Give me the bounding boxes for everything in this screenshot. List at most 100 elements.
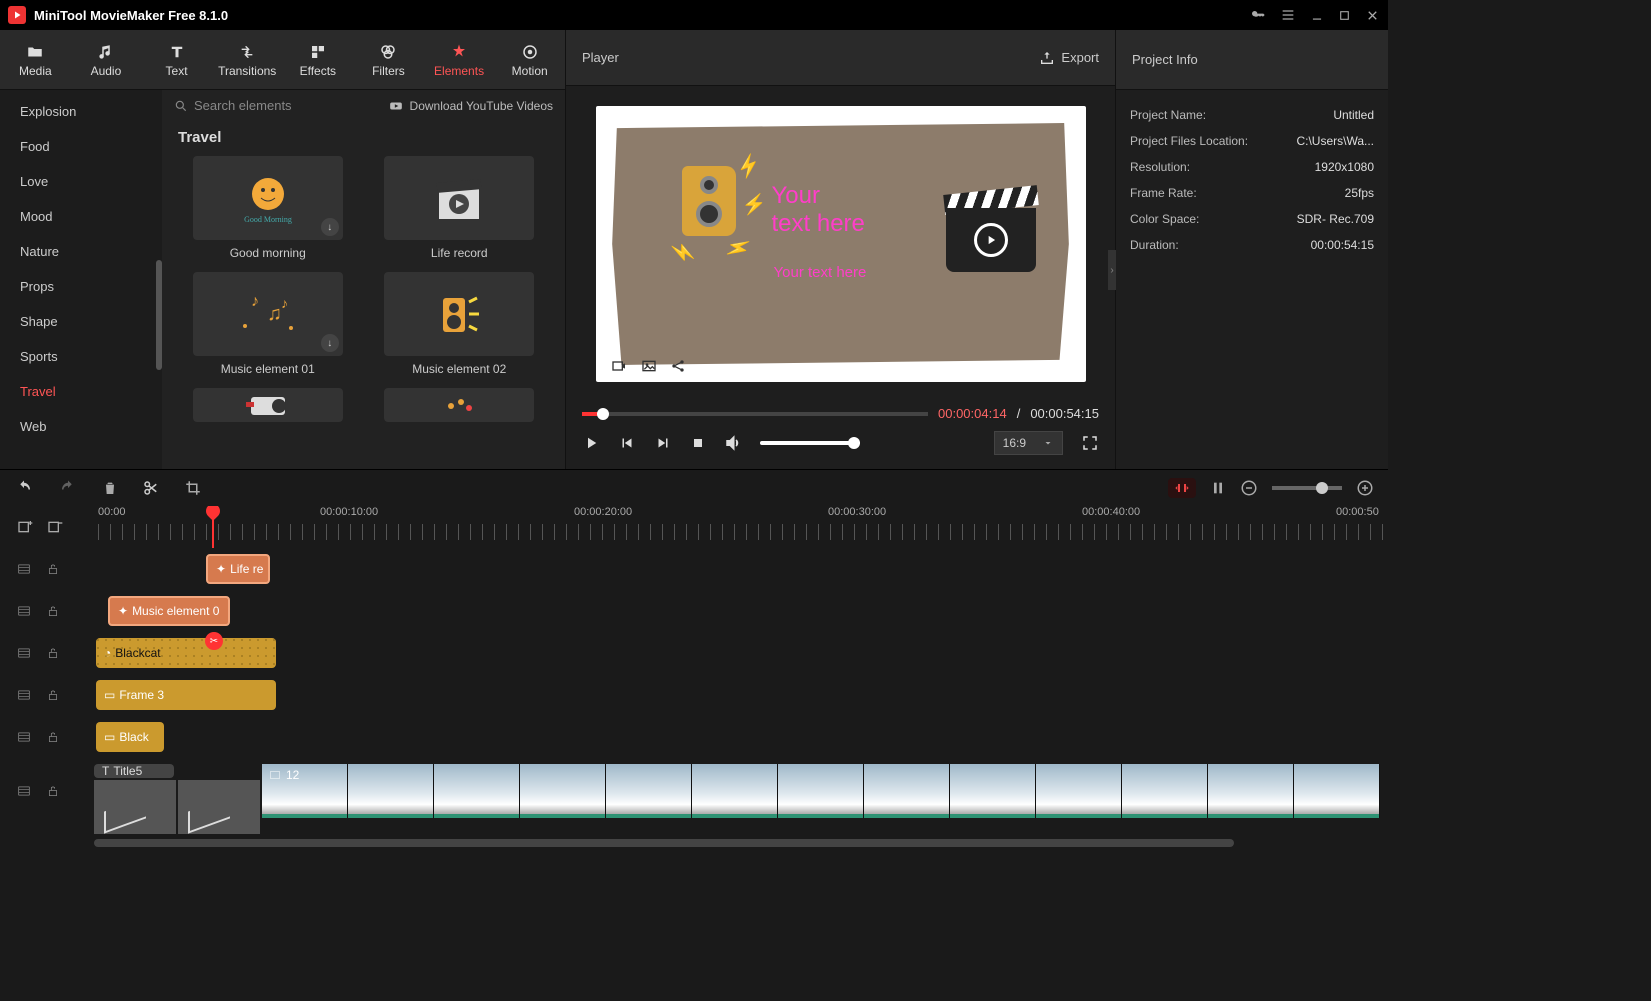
video-frame[interactable]: [178, 780, 260, 834]
aspect-ratio-select[interactable]: 16:9: [994, 431, 1063, 455]
category-explosion[interactable]: Explosion: [0, 94, 162, 129]
search-icon: [174, 99, 188, 113]
seek-handle[interactable]: [597, 408, 609, 420]
category-love[interactable]: Love: [0, 164, 162, 199]
next-frame-button[interactable]: [654, 434, 672, 452]
search-input[interactable]: Search elements: [174, 98, 380, 113]
share-icon[interactable]: [670, 358, 686, 374]
timeline-clip[interactable]: ▭Frame 3: [96, 680, 276, 710]
stop-button[interactable]: [690, 435, 706, 451]
tab-transitions[interactable]: Transitions: [212, 30, 283, 89]
lock-icon[interactable]: [46, 562, 60, 576]
autoscroll-button[interactable]: [1168, 478, 1196, 498]
element-card[interactable]: Life record: [370, 156, 550, 260]
timeline-clip[interactable]: ▭Black: [96, 722, 164, 752]
tab-elements[interactable]: Elements: [424, 30, 495, 89]
minimize-icon[interactable]: [1310, 8, 1324, 22]
category-sports[interactable]: Sports: [0, 339, 162, 374]
track-type-icon: [16, 646, 32, 660]
timeline-ruler[interactable]: 00:00 00:00:10:00 00:00:20:00 00:00:30:0…: [94, 506, 1388, 548]
maximize-icon[interactable]: [1338, 9, 1351, 22]
timeline-clip[interactable]: ✦Music element 0: [108, 596, 230, 626]
ruler-tick: 00:00: [98, 506, 126, 518]
zoom-handle[interactable]: [1316, 482, 1328, 494]
info-label: Frame Rate:: [1130, 186, 1345, 200]
close-icon[interactable]: [1365, 8, 1380, 23]
element-label: Life record: [431, 246, 488, 260]
video-clip[interactable]: 12: [262, 764, 1388, 818]
element-label: Music element 02: [412, 362, 506, 376]
key-icon[interactable]: [1250, 7, 1266, 23]
tab-motion[interactable]: Motion: [494, 30, 565, 89]
zoom-out-button[interactable]: [1240, 479, 1258, 497]
magnetic-button[interactable]: [1210, 480, 1226, 496]
info-label: Resolution:: [1130, 160, 1315, 174]
tab-media[interactable]: Media: [0, 30, 71, 89]
info-label: Project Name:: [1130, 108, 1333, 122]
category-web[interactable]: Web: [0, 409, 162, 444]
undo-button[interactable]: [14, 479, 34, 497]
element-card[interactable]: ♪♫♪ ↓ Music element 01: [178, 272, 358, 376]
lock-icon[interactable]: [46, 646, 60, 660]
split-marker[interactable]: ✂: [205, 632, 223, 650]
category-food[interactable]: Food: [0, 129, 162, 164]
download-icon[interactable]: ↓: [321, 218, 339, 236]
volume-handle[interactable]: [848, 437, 860, 449]
category-travel[interactable]: Travel: [0, 374, 162, 409]
play-button[interactable]: [582, 434, 600, 452]
category-props[interactable]: Props: [0, 269, 162, 304]
timeline-clip[interactable]: ◔Blackcat: [96, 638, 276, 668]
crop-button[interactable]: [184, 479, 202, 497]
add-track-button[interactable]: [16, 519, 34, 535]
category-list: Explosion Food Love Mood Nature Props Sh…: [0, 90, 162, 469]
motion-icon: [520, 42, 540, 62]
element-card[interactable]: [370, 388, 550, 422]
time-sep: /: [1017, 406, 1021, 421]
volume-icon[interactable]: [724, 434, 742, 452]
remove-track-button[interactable]: [46, 519, 64, 535]
timeline-scrollbar[interactable]: [94, 839, 1294, 849]
clip-label: Music element 0: [132, 604, 219, 618]
tab-filters[interactable]: Filters: [353, 30, 424, 89]
timeline-clip[interactable]: ✦Life re: [206, 554, 270, 584]
lock-icon[interactable]: [46, 784, 60, 798]
fullscreen-button[interactable]: [1081, 434, 1099, 452]
element-thumb: ♪♫♪ ↓: [193, 272, 343, 356]
download-youtube-link[interactable]: Download YouTube Videos: [388, 99, 553, 113]
lock-icon[interactable]: [46, 688, 60, 702]
lock-icon[interactable]: [46, 604, 60, 618]
text-icon: [167, 42, 187, 62]
prev-frame-button[interactable]: [618, 434, 636, 452]
volume-slider[interactable]: [760, 441, 860, 445]
zoom-in-button[interactable]: [1356, 479, 1374, 497]
download-icon[interactable]: ↓: [321, 334, 339, 352]
tab-effects[interactable]: Effects: [283, 30, 354, 89]
split-button[interactable]: [142, 479, 160, 497]
tab-text[interactable]: Text: [141, 30, 212, 89]
folder-icon: [25, 42, 45, 62]
category-nature[interactable]: Nature: [0, 234, 162, 269]
delete-button[interactable]: [102, 479, 118, 497]
tab-audio[interactable]: Audio: [71, 30, 142, 89]
title-clip[interactable]: TTitle5: [94, 764, 174, 778]
preview-canvas[interactable]: ⚡ ⚡ ⚡ ⚡ Your text here Your text here: [596, 106, 1086, 382]
video-frame[interactable]: [94, 780, 176, 834]
element-card[interactable]: Music element 02: [370, 272, 550, 376]
category-scrollbar[interactable]: [156, 260, 162, 370]
export-button[interactable]: Export: [1039, 50, 1099, 66]
category-mood[interactable]: Mood: [0, 199, 162, 234]
element-thumb: [384, 156, 534, 240]
tab-text-label: Text: [166, 64, 188, 78]
image-icon[interactable]: [640, 358, 658, 374]
element-card[interactable]: [178, 388, 358, 422]
element-card[interactable]: Good Morning ↓ Good morning: [178, 156, 358, 260]
record-icon[interactable]: [610, 358, 628, 374]
category-shape[interactable]: Shape: [0, 304, 162, 339]
collapse-info-button[interactable]: ›: [1108, 250, 1116, 290]
redo-button[interactable]: [58, 479, 78, 497]
chevron-down-icon: [1042, 437, 1054, 449]
menu-icon[interactable]: [1280, 7, 1296, 23]
lock-icon[interactable]: [46, 730, 60, 744]
zoom-slider[interactable]: [1272, 486, 1342, 490]
seek-bar[interactable]: [582, 412, 928, 416]
